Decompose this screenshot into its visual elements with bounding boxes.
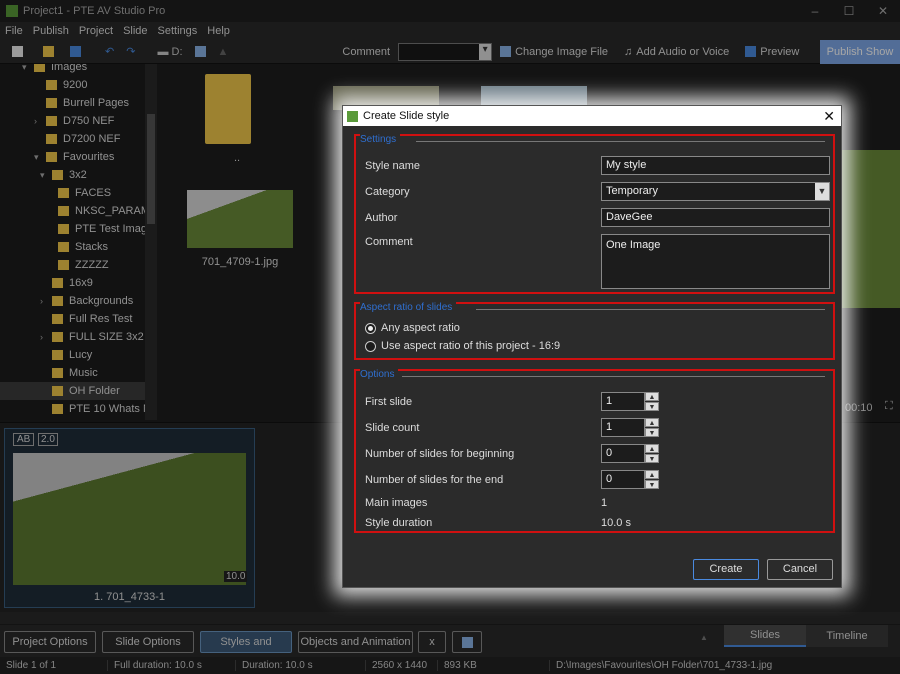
create-button[interactable]: Create	[693, 559, 759, 580]
down-icon[interactable]: ▼	[645, 402, 659, 411]
group-title: Options	[360, 369, 399, 380]
style-name-input[interactable]: My style	[601, 156, 830, 175]
style-duration-value: 10.0 s	[601, 517, 631, 529]
begin-slides-stepper[interactable]: 0 ▲ ▼	[601, 444, 659, 463]
close-icon[interactable]: ✕	[823, 108, 835, 125]
chevron-down-icon[interactable]: ▼	[815, 183, 829, 200]
dialog-icon	[347, 110, 358, 122]
comment-label: Comment	[365, 236, 413, 248]
any-aspect-radio[interactable]	[365, 323, 376, 334]
begin-slides-value[interactable]: 0	[601, 444, 645, 463]
down-icon[interactable]: ▼	[645, 428, 659, 437]
style-name-label: Style name	[365, 160, 421, 172]
settings-group: Settings Style name My style Category Te…	[354, 134, 835, 294]
down-icon[interactable]: ▼	[645, 454, 659, 463]
author-label: Author	[365, 212, 398, 224]
any-aspect-label: Any aspect ratio	[381, 322, 460, 334]
up-icon[interactable]: ▲	[645, 392, 659, 401]
first-slide-stepper[interactable]: 1 ▲ ▼	[601, 392, 659, 411]
group-title: Settings	[360, 134, 401, 145]
dialog-title: Create Slide style	[363, 110, 450, 122]
main-images-label: Main images	[365, 497, 428, 509]
main-images-value: 1	[601, 497, 608, 509]
options-group: Options First slide 1 ▲ ▼ Slide count 1 ▲ ▼ …	[354, 369, 835, 533]
slide-count-value[interactable]: 1	[601, 418, 645, 437]
up-icon[interactable]: ▲	[645, 470, 659, 479]
end-slides-stepper[interactable]: 0 ▲ ▼	[601, 470, 659, 489]
up-icon[interactable]: ▲	[645, 444, 659, 453]
dialog-titlebar: Create Slide style ✕	[343, 106, 841, 126]
aspect-ratio-group: Aspect ratio of slides Any aspect ratio …	[354, 302, 835, 360]
first-slide-value[interactable]: 1	[601, 392, 645, 411]
category-label: Category	[365, 186, 410, 198]
create-slide-style-dialog: Create Slide style ✕ Settings Style name…	[342, 105, 842, 588]
first-slide-label: First slide	[365, 396, 413, 408]
group-title: Aspect ratio of slides	[360, 302, 457, 313]
style-duration-label: Style duration	[365, 517, 433, 529]
down-icon[interactable]: ▼	[645, 480, 659, 489]
end-slides-value[interactable]: 0	[601, 470, 645, 489]
author-input[interactable]: DaveGee	[601, 208, 830, 227]
comment-textarea[interactable]: One Image	[601, 234, 830, 289]
category-value: Temporary	[606, 185, 658, 197]
slide-count-stepper[interactable]: 1 ▲ ▼	[601, 418, 659, 437]
cancel-button[interactable]: Cancel	[767, 559, 833, 580]
slide-count-label: Slide count	[365, 422, 420, 434]
begin-slides-label: Number of slides for beginning	[365, 448, 515, 460]
end-slides-label: Number of slides for the end	[365, 474, 504, 486]
project-aspect-radio[interactable]	[365, 341, 376, 352]
category-select[interactable]: Temporary ▼	[601, 182, 830, 201]
up-icon[interactable]: ▲	[645, 418, 659, 427]
project-aspect-label: Use aspect ratio of this project - 16:9	[381, 340, 561, 352]
